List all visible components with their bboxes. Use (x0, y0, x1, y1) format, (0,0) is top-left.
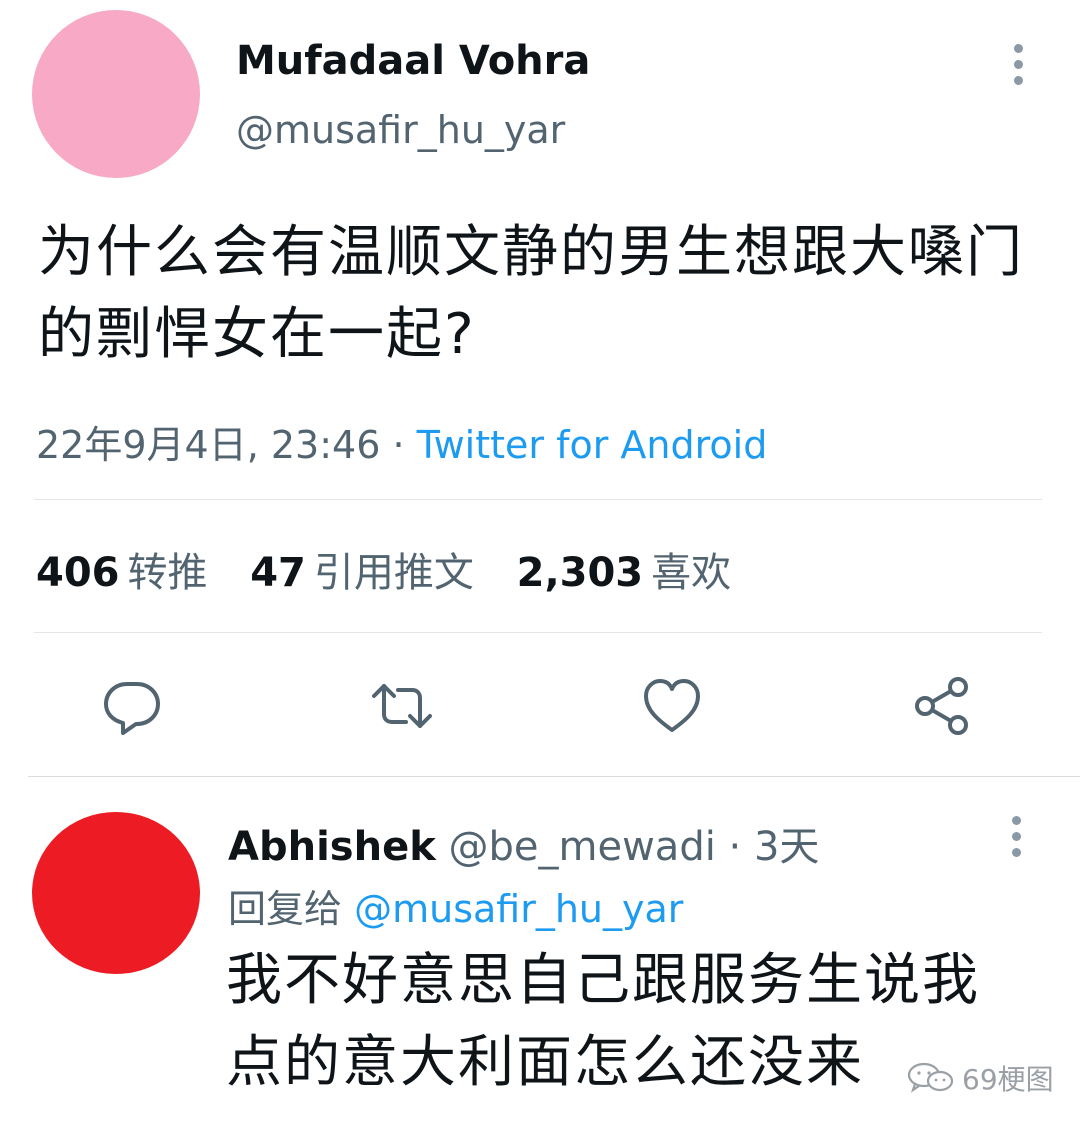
watermark: 69梗图 (906, 1058, 1054, 1098)
author-avatar[interactable] (32, 10, 200, 178)
reply-button[interactable] (100, 674, 164, 738)
author-handle[interactable]: @musafir_hu_yar (236, 108, 565, 152)
reply-to-label: 回复给 (228, 887, 343, 931)
quotes-count: 47 (250, 550, 306, 596)
retweets-label: 转推 (127, 550, 208, 596)
share-icon (915, 677, 968, 735)
reply-to-line: 回复给 @musafir_hu_yar (228, 878, 683, 933)
reply-author-avatar[interactable] (32, 812, 200, 974)
share-button[interactable] (910, 674, 974, 738)
wechat-icon (907, 1062, 954, 1093)
tweet-stats: 406 转推 47 引用推文 2,303 喜欢 (36, 540, 761, 598)
quotes-label: 引用推文 (313, 550, 474, 596)
tweet-meta: 22年9月4日, 23:46 · Twitter for Android (36, 414, 767, 469)
retweets-count: 406 (36, 550, 120, 596)
reply-icon (104, 682, 160, 735)
watermark-text: 69梗图 (962, 1063, 1054, 1096)
likes-stat[interactable]: 2,303 喜欢 (517, 540, 732, 598)
retweet-icon (372, 684, 432, 728)
reply-header: Abhishek @be_mewadi · 3天 (228, 814, 819, 872)
divider (34, 499, 1042, 500)
like-button[interactable] (640, 674, 704, 738)
likes-count: 2,303 (516, 550, 644, 596)
reply-author-name[interactable]: Abhishek (228, 824, 436, 870)
meta-separator: · (380, 423, 417, 467)
reply-more-options-icon[interactable] (1012, 816, 1022, 864)
tweet-timestamp[interactable]: 22年9月4日, 23:46 (36, 423, 380, 467)
retweet-button[interactable] (370, 674, 434, 738)
heart-icon (644, 679, 700, 732)
quotes-stat[interactable]: 47 引用推文 (250, 540, 474, 598)
divider (34, 632, 1042, 633)
more-options-icon[interactable] (1014, 44, 1024, 92)
tweet-source-link[interactable]: Twitter for Android (417, 423, 768, 467)
retweets-stat[interactable]: 406 转推 (36, 540, 208, 598)
reply-author-handle[interactable]: @be_mewadi (449, 824, 716, 870)
section-divider (28, 776, 1080, 777)
reply-time: · 3天 (728, 824, 820, 870)
likes-label: 喜欢 (651, 550, 732, 596)
tweet-text: 为什么会有温顺文静的男生想跟大嗓门 的剽悍女在一起? (38, 220, 1024, 367)
author-name[interactable]: Mufadaal Vohra (236, 38, 590, 84)
reply-to-mention[interactable]: @musafir_hu_yar (354, 887, 683, 931)
